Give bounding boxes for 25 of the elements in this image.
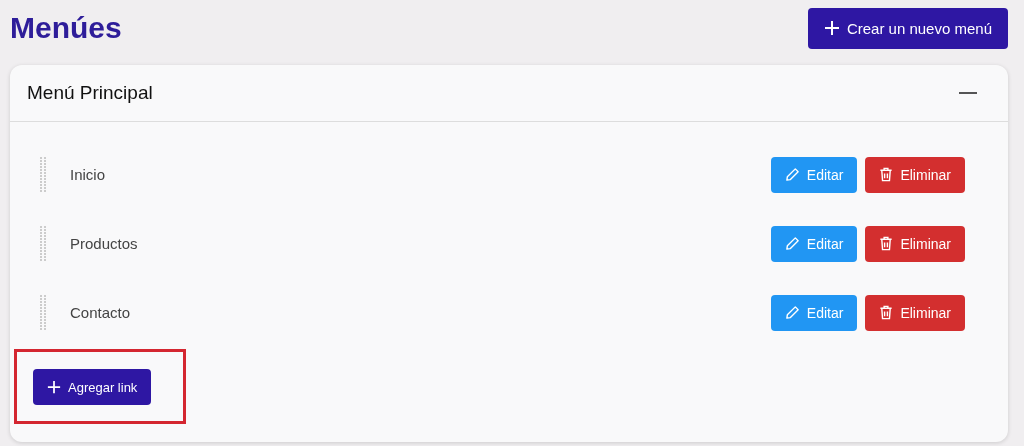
plus-icon [823, 20, 840, 36]
drag-handle-icon[interactable] [40, 294, 48, 331]
trash-icon [879, 236, 894, 251]
menu-item-label: Inicio [70, 166, 107, 183]
drag-handle-icon[interactable] [40, 156, 48, 193]
minus-icon [959, 92, 977, 94]
delete-button[interactable]: Eliminar [865, 156, 965, 193]
page-title: Menúes [10, 11, 122, 45]
create-menu-button[interactable]: Crear un nuevo menú [807, 7, 1008, 49]
pencil-icon [784, 167, 800, 182]
edit-button[interactable]: Editar [770, 294, 858, 331]
plus-icon [47, 380, 61, 394]
drag-handle-icon[interactable] [40, 225, 48, 262]
edit-button[interactable]: Editar [770, 225, 858, 262]
pencil-icon [784, 236, 800, 251]
add-link-button[interactable]: Agregar link [33, 369, 152, 405]
delete-button[interactable]: Eliminar [865, 294, 965, 331]
menu-item-label: Productos [70, 235, 139, 252]
edit-button[interactable]: Editar [770, 156, 858, 193]
menu-item-label: Contacto [70, 304, 132, 321]
pencil-icon [784, 305, 800, 320]
delete-button[interactable]: Eliminar [865, 225, 965, 262]
menu-title: Menú Principal [27, 82, 153, 104]
trash-icon [879, 167, 894, 182]
trash-icon [879, 305, 894, 320]
